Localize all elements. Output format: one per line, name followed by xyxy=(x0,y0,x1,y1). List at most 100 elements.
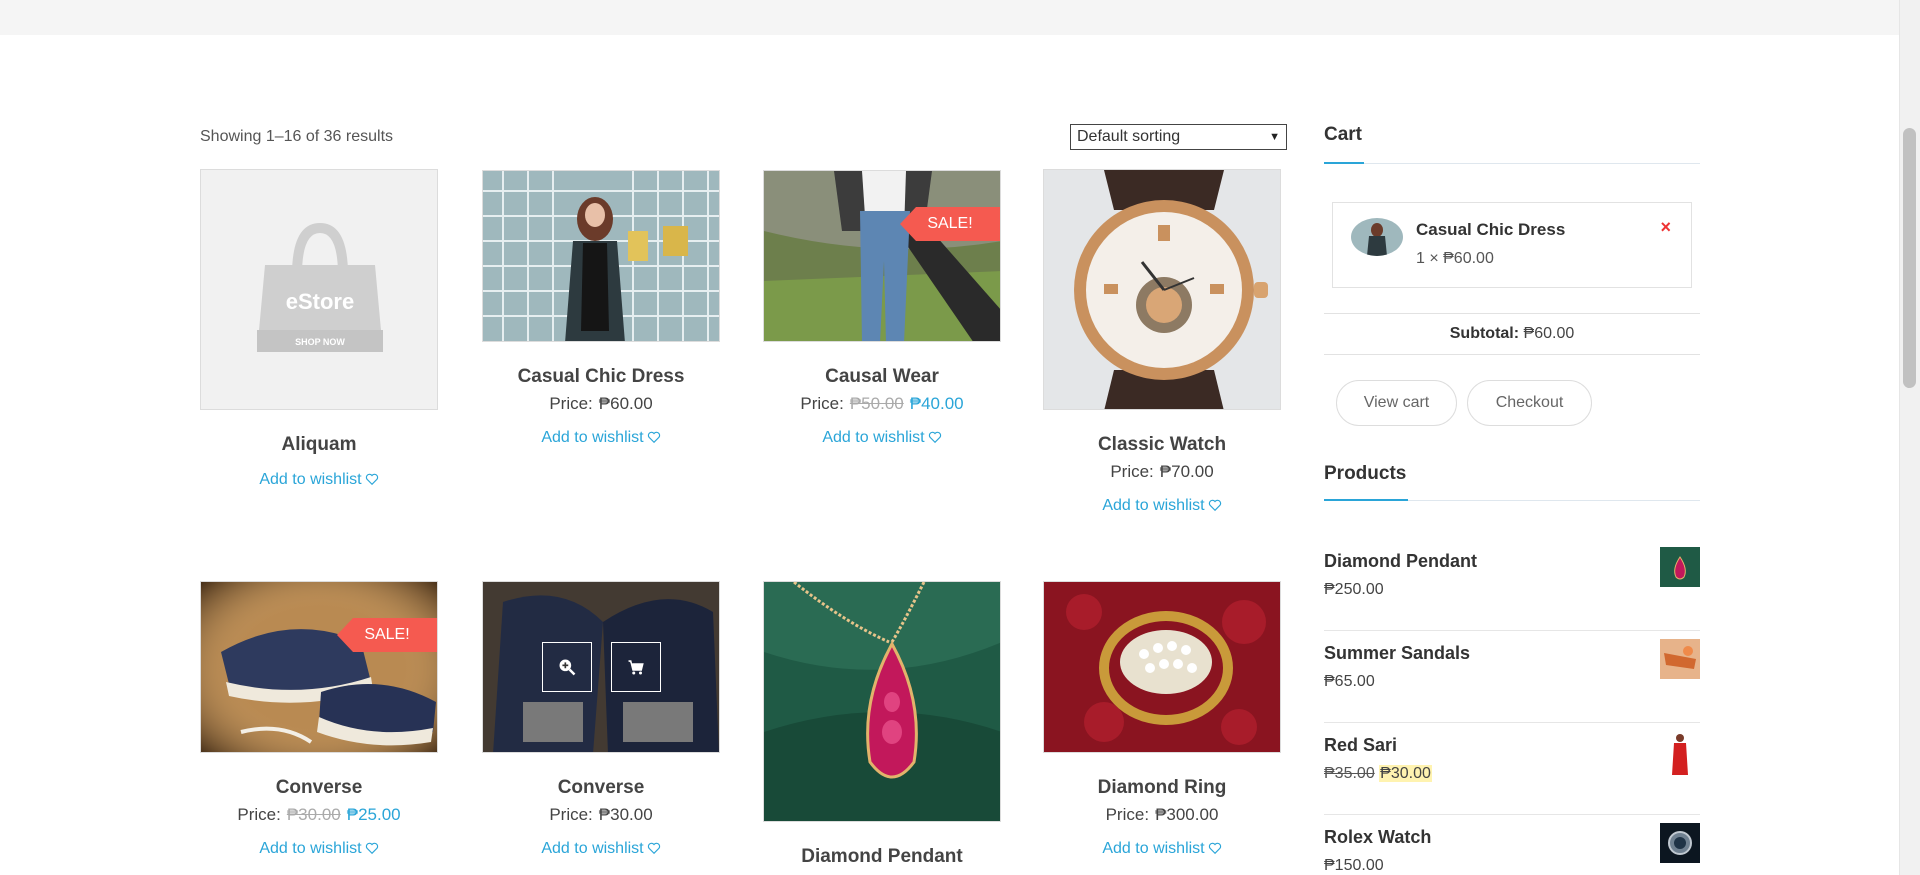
widget-product-thumbnail[interactable] xyxy=(1660,547,1700,587)
product-title[interactable]: Aliquam xyxy=(200,434,438,456)
scrollbar-thumb[interactable] xyxy=(1903,128,1916,388)
widget-product-item[interactable]: Summer Sandals ₱65.00 xyxy=(1324,631,1700,723)
checkout-button[interactable]: Checkout xyxy=(1467,380,1592,426)
widget-product-thumbnail[interactable] xyxy=(1660,731,1700,777)
price-label: Price: xyxy=(1110,462,1154,481)
regular-price: ₱30.00 xyxy=(286,805,341,824)
price-label: Price: xyxy=(237,805,281,824)
watch-photo xyxy=(1044,170,1280,409)
widget-product-item[interactable]: Diamond Pendant ₱250.00 xyxy=(1324,539,1700,631)
estore-placeholder-icon: eStore SHOP NOW xyxy=(257,222,383,352)
product-price: Price: ₱30.00 ₱25.00 xyxy=(200,805,438,825)
title-accent xyxy=(1324,499,1408,501)
price-label: Price: xyxy=(549,394,593,413)
cart-item-name[interactable]: Casual Chic Dress xyxy=(1416,220,1565,240)
add-to-wishlist-link[interactable]: Add to wishlist xyxy=(200,471,438,489)
product-title[interactable]: Classic Watch xyxy=(1043,434,1281,456)
widget-product-name[interactable]: Rolex Watch xyxy=(1324,827,1431,848)
heart-icon xyxy=(365,842,378,855)
product-title[interactable]: Converse xyxy=(482,777,720,799)
widget-product-price: ₱65.00 xyxy=(1324,673,1375,690)
sale-price: ₱25.00 xyxy=(346,805,401,824)
product-title[interactable]: Converse xyxy=(200,777,438,799)
page-scrollbar[interactable] xyxy=(1899,0,1920,875)
sari-photo xyxy=(1660,731,1700,777)
price-value: ₱70.00 xyxy=(1159,462,1214,481)
causal-wear-photo xyxy=(764,171,1000,341)
product-image[interactable] xyxy=(1043,169,1281,410)
subtotal-value: ₱60.00 xyxy=(1523,325,1575,342)
sale-badge: SALE! xyxy=(900,207,1000,241)
dress-photo xyxy=(1351,218,1403,256)
remove-item-button[interactable]: × xyxy=(1660,217,1671,238)
sale-price: ₱30.00 xyxy=(1379,765,1432,782)
heart-icon xyxy=(1208,842,1221,855)
widget-product-item[interactable]: Rolex Watch ₱150.00 xyxy=(1324,815,1700,875)
widget-product-name[interactable]: Diamond Pendant xyxy=(1324,551,1477,572)
product-image[interactable] xyxy=(763,581,1001,822)
product-title[interactable]: Diamond Pendant xyxy=(763,846,1001,868)
product-price: Price: ₱300.00 xyxy=(1043,805,1281,825)
cart-icon xyxy=(628,660,644,675)
product-title[interactable]: Diamond Ring xyxy=(1043,777,1281,799)
quick-view-button[interactable] xyxy=(542,642,592,692)
price-label: Price: xyxy=(549,805,593,824)
price-value: ₱60.00 xyxy=(598,394,653,413)
heart-icon xyxy=(1208,499,1221,512)
product-image[interactable] xyxy=(482,581,720,753)
converse-photo xyxy=(201,582,437,752)
wishlist-label: Add to wishlist xyxy=(259,840,362,857)
sorting-select[interactable]: Default sorting ▼ xyxy=(1070,124,1287,150)
pendant-photo xyxy=(764,582,1000,821)
divider xyxy=(1324,163,1700,164)
widget-product-price: ₱250.00 xyxy=(1324,581,1384,598)
chevron-down-icon: ▼ xyxy=(1269,131,1280,143)
add-to-wishlist-link[interactable]: Add to wishlist xyxy=(763,429,1001,447)
product-image[interactable] xyxy=(482,170,720,342)
wishlist-label: Add to wishlist xyxy=(822,429,925,446)
widget-product-item[interactable]: Red Sari ₱35.00 ₱30.00 xyxy=(1324,723,1700,815)
subtotal-label: Subtotal: xyxy=(1449,325,1520,342)
title-accent xyxy=(1324,162,1364,164)
widget-product-thumbnail[interactable] xyxy=(1660,823,1700,863)
add-to-wishlist-link[interactable]: Add to wishlist xyxy=(482,840,720,858)
product-price: Price: ₱70.00 xyxy=(1043,462,1281,482)
cart-item-thumbnail[interactable] xyxy=(1351,218,1403,256)
add-to-cart-button[interactable] xyxy=(611,642,661,692)
wishlist-label: Add to wishlist xyxy=(541,429,644,446)
product-price: Price: ₱60.00 xyxy=(482,394,720,414)
sale-badge: SALE! xyxy=(337,618,437,652)
product-title[interactable]: Causal Wear xyxy=(763,366,1001,388)
product-image[interactable] xyxy=(1043,581,1281,753)
widget-product-name[interactable]: Red Sari xyxy=(1324,735,1397,756)
product-image-placeholder[interactable]: eStore SHOP NOW xyxy=(200,169,438,410)
placeholder-brand-text: eStore xyxy=(286,289,354,314)
price-value: ₱30.00 xyxy=(598,805,653,824)
wishlist-label: Add to wishlist xyxy=(541,840,644,857)
dress-photo xyxy=(483,171,719,341)
view-cart-button[interactable]: View cart xyxy=(1336,380,1457,426)
heart-icon xyxy=(365,473,378,486)
top-bar xyxy=(0,0,1899,35)
price-value: ₱300.00 xyxy=(1155,805,1219,824)
add-to-wishlist-link[interactable]: Add to wishlist xyxy=(1043,840,1281,858)
product-card: Classic Watch Price: ₱70.00 Add to wishli… xyxy=(1043,169,1281,515)
add-to-wishlist-link[interactable]: Add to wishlist xyxy=(1043,497,1281,515)
product-card: Diamond Ring Price: ₱300.00 Add to wishli… xyxy=(1043,581,1281,858)
product-title[interactable]: Casual Chic Dress xyxy=(482,366,720,388)
product-image[interactable]: SALE! xyxy=(200,581,438,753)
sandals-photo xyxy=(1660,639,1700,679)
pendant-photo xyxy=(1660,547,1700,587)
product-image[interactable]: SALE! xyxy=(763,170,1001,342)
widget-product-price: ₱35.00 ₱30.00 xyxy=(1324,765,1432,783)
widget-product-thumbnail[interactable] xyxy=(1660,639,1700,679)
product-card: SALE! Causal Wear Price: ₱50.00 ₱40.00 Add… xyxy=(763,170,1001,447)
heart-icon xyxy=(647,431,660,444)
wishlist-label: Add to wishlist xyxy=(1102,840,1205,857)
widget-product-name[interactable]: Summer Sandals xyxy=(1324,643,1470,664)
placeholder-cta-text: SHOP NOW xyxy=(295,337,345,347)
add-to-wishlist-link[interactable]: Add to wishlist xyxy=(200,840,438,858)
product-price: Price: ₱30.00 xyxy=(482,805,720,825)
cart-subtotal: Subtotal: ₱60.00 xyxy=(1324,313,1700,355)
add-to-wishlist-link[interactable]: Add to wishlist xyxy=(482,429,720,447)
